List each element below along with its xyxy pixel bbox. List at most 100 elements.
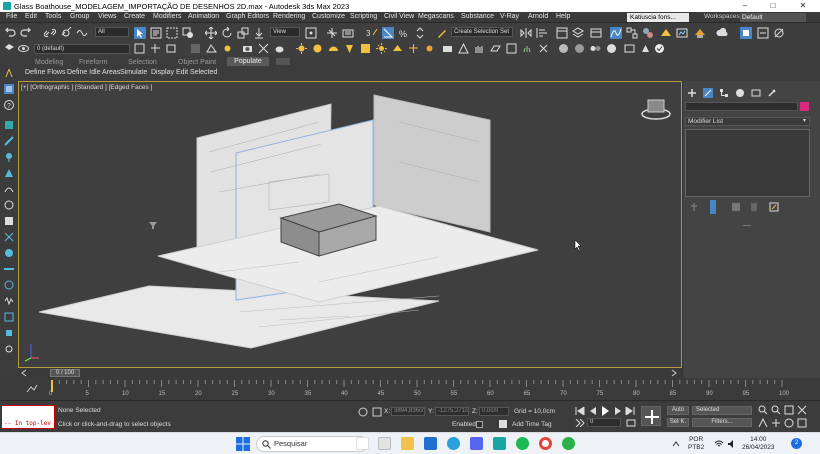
previous-frame-icon[interactable]: [20, 369, 28, 377]
populate-icon[interactable]: [4, 68, 14, 78]
vray-material-sphere-icon[interactable]: [558, 43, 569, 54]
maxscript-listener[interactable]: -- In top-lev: [1, 405, 55, 429]
render-iterative-icon[interactable]: [757, 27, 769, 39]
maximize-button[interactable]: □: [758, 0, 788, 12]
add-to-layer-icon[interactable]: [166, 43, 177, 54]
material-editor-icon[interactable]: [642, 27, 654, 39]
named-selection-select[interactable]: Create Selection Set: [451, 27, 513, 37]
current-frame-marker[interactable]: [51, 380, 53, 392]
minimize-button[interactable]: –: [730, 0, 760, 12]
volume-icon[interactable]: [727, 439, 737, 449]
next-frame-icon[interactable]: [670, 369, 678, 377]
play-icon[interactable]: [600, 406, 610, 416]
settings-icon[interactable]: [4, 344, 14, 354]
menu-edit[interactable]: Edit: [25, 13, 37, 20]
vray-scatter-icon[interactable]: [522, 43, 533, 54]
object-name-field[interactable]: [685, 102, 798, 111]
new-layer-icon[interactable]: [150, 43, 161, 54]
selection-filter-select[interactable]: All: [95, 27, 129, 37]
display-button[interactable]: Display: [151, 69, 174, 76]
render-setup-icon[interactable]: [660, 27, 672, 39]
edge-icon[interactable]: [424, 437, 437, 450]
shift-icon[interactable]: [4, 216, 14, 226]
pinch-icon[interactable]: [4, 232, 14, 242]
layer-explorer-icon[interactable]: [134, 43, 145, 54]
menu-scripting[interactable]: Scripting: [350, 13, 377, 20]
ribbon-tab-freeform[interactable]: Freeform: [79, 59, 107, 66]
toggle-scene-explorer-icon[interactable]: [556, 27, 568, 39]
set-key-button[interactable]: Set K.: [667, 418, 689, 427]
menu-file[interactable]: File: [6, 13, 17, 20]
flatten-icon[interactable]: [4, 264, 14, 274]
spotify-icon[interactable]: [516, 437, 529, 450]
modifier-stack[interactable]: [685, 129, 810, 197]
rendered-frame-window-icon[interactable]: [676, 27, 688, 39]
y-coordinate-field[interactable]: -1275,271c: [435, 407, 469, 416]
link-icon[interactable]: [44, 27, 56, 39]
next-key-icon[interactable]: [613, 407, 623, 415]
helpers-icon[interactable]: [258, 43, 269, 54]
place-icon[interactable]: [253, 27, 265, 39]
vray-plane-icon[interactable]: [490, 43, 501, 54]
vray-light-icon[interactable]: [296, 43, 307, 54]
vray-plane-light-icon[interactable]: [408, 43, 419, 54]
noise-icon[interactable]: [4, 296, 14, 306]
zoom-all-icon[interactable]: [771, 405, 781, 415]
vray-sun-icon[interactable]: [376, 43, 387, 54]
vray-check-icon[interactable]: [654, 43, 665, 54]
graphite-tools-icon[interactable]: [4, 120, 14, 130]
teapot-icon[interactable]: [274, 43, 285, 54]
field-of-view-icon[interactable]: [758, 418, 768, 428]
render-active-shade-icon[interactable]: [773, 27, 785, 39]
modifier-list-select[interactable]: Modifier List: [685, 117, 810, 126]
user-account-button[interactable]: Katiuscia fons...: [627, 13, 689, 22]
taskbar-search-input[interactable]: Pesquisar: [256, 436, 368, 452]
absolute-mode-icon[interactable]: [372, 407, 382, 417]
vray-sphere-light-icon[interactable]: [312, 43, 323, 54]
previous-key-icon[interactable]: [588, 407, 598, 415]
vray-dome-light-icon[interactable]: [328, 43, 339, 54]
vray-material-library-icon[interactable]: [574, 43, 585, 54]
rotate-icon[interactable]: [221, 27, 233, 39]
zoom-extents-all-icon[interactable]: [797, 405, 807, 415]
simulate-button[interactable]: Simulate: [120, 69, 147, 76]
pivot-center-icon[interactable]: [305, 27, 317, 39]
vray-sun-sky-icon[interactable]: [424, 43, 435, 54]
discord-icon[interactable]: [470, 437, 483, 450]
ribbon-options-icon[interactable]: [276, 58, 290, 65]
toggle-layer-explorer-icon[interactable]: [572, 27, 584, 39]
menu-help[interactable]: Help: [556, 13, 570, 20]
menu-substance[interactable]: Substance: [461, 13, 494, 20]
wifi-icon[interactable]: [714, 439, 724, 449]
notification-badge[interactable]: 2: [791, 438, 802, 449]
vray-converter-icon[interactable]: [606, 43, 617, 54]
configure-modifier-sets-icon[interactable]: [769, 202, 779, 212]
set-key-big-button[interactable]: [641, 406, 661, 426]
windows-start-icon[interactable]: [236, 437, 250, 451]
key-filters-button[interactable]: Filters...: [692, 418, 752, 427]
menu-arnold[interactable]: Arnold: [528, 13, 548, 20]
define-idle-areas-button[interactable]: Define Idle Areas: [67, 69, 120, 76]
telegram-icon[interactable]: [447, 437, 460, 450]
chrome-icon[interactable]: [539, 437, 552, 450]
toggle-ribbon-icon[interactable]: [590, 27, 602, 39]
layer-select[interactable]: 0 (default): [34, 44, 130, 54]
inflate-icon[interactable]: [4, 280, 14, 290]
key-filter-select[interactable]: Selected: [692, 406, 752, 415]
menu-rendering[interactable]: Rendering: [273, 13, 305, 20]
make-unique-icon[interactable]: [731, 202, 741, 212]
perspective-viewport[interactable]: [+] [Orthographic ] [Standard ] [Edged F…: [18, 81, 682, 368]
define-flows-button[interactable]: Define Flows: [25, 69, 65, 76]
show-end-result-icon[interactable]: [708, 200, 718, 214]
render-production-icon[interactable]: [694, 27, 706, 39]
vray-mesh-light-icon[interactable]: [392, 43, 403, 54]
whatsapp-icon[interactable]: [562, 437, 575, 450]
current-frame-field[interactable]: 0: [587, 418, 621, 427]
maximize-viewport-icon[interactable]: [797, 418, 807, 428]
select-manipulate-icon[interactable]: [326, 27, 338, 39]
render-in-cloud-icon[interactable]: [716, 27, 728, 39]
bind-space-warp-icon[interactable]: [76, 27, 88, 39]
vray-fur-icon[interactable]: [474, 43, 485, 54]
select-object-icon[interactable]: [134, 27, 146, 39]
display-tab-icon[interactable]: [751, 88, 761, 98]
